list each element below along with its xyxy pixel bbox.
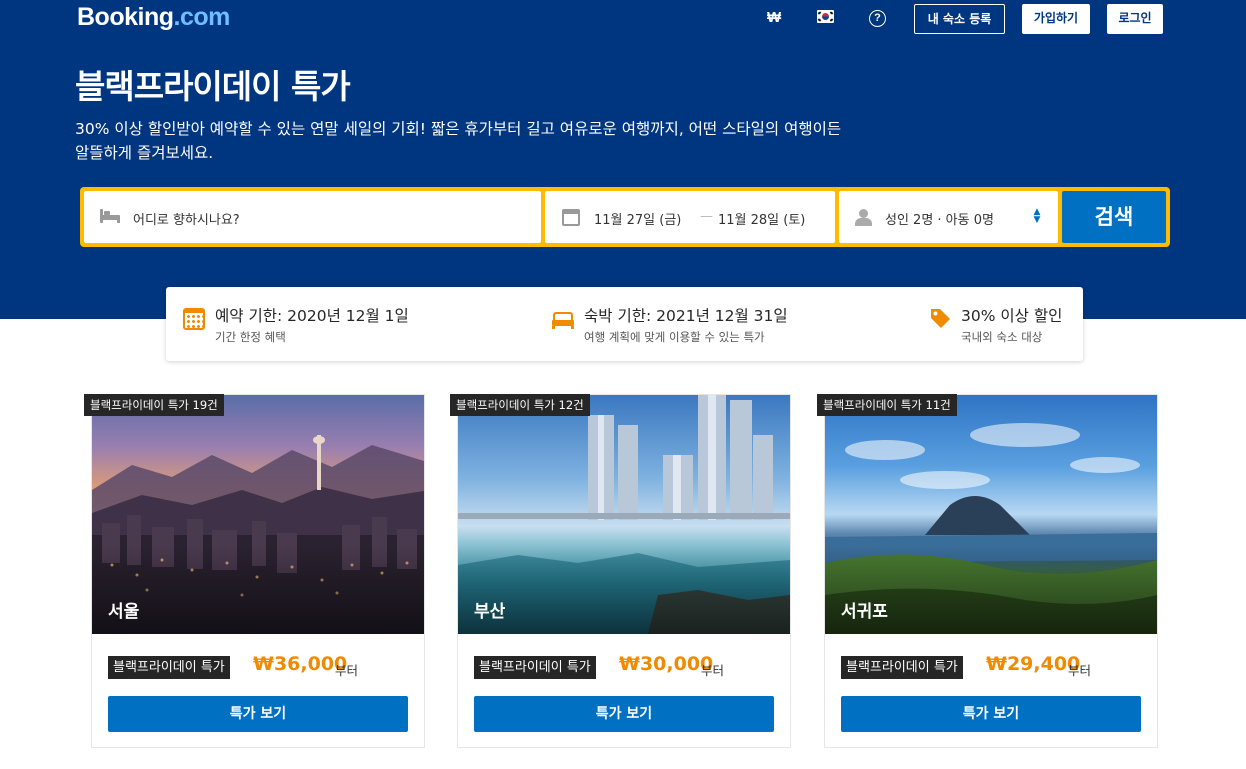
info-subtitle: 기간 한정 혜택 xyxy=(215,330,286,344)
info-subtitle: 국내외 숙소 대상 xyxy=(961,330,1043,344)
city-name: 서울 xyxy=(108,602,140,622)
view-deals-button[interactable]: 특가 보기 xyxy=(474,696,774,732)
signup-button[interactable]: 가입하기 xyxy=(1022,4,1090,34)
price-from-label: 부터 xyxy=(701,663,725,678)
date-separator: — xyxy=(700,209,713,224)
booking-logo[interactable]: Booking.com xyxy=(77,3,230,32)
deal-price: ₩36,000 xyxy=(253,653,348,675)
bed-icon xyxy=(552,312,574,329)
search-button[interactable]: 검색 xyxy=(1062,191,1166,243)
city-image[interactable]: 서울 xyxy=(92,395,424,634)
deal-card-seogwipo[interactable]: 블랙프라이데이 특가 11건 서귀포 블랙프라이데이 특가 ₩29,400 부터… xyxy=(817,394,1158,748)
page-title: 블랙프라이데이 특가 xyxy=(75,67,351,106)
login-button[interactable]: 로그인 xyxy=(1107,4,1163,34)
checkin-date[interactable]: 11월 27일 (금) xyxy=(594,209,681,228)
view-deals-button[interactable]: 특가 보기 xyxy=(108,696,408,732)
deal-price: ₩29,400 xyxy=(986,653,1081,675)
city-image[interactable]: 서귀포 xyxy=(825,395,1157,634)
guests-value[interactable]: 성인 2명 · 아동 0명 xyxy=(885,209,994,228)
deal-price: ₩30,000 xyxy=(619,653,714,675)
price-from-label: 부터 xyxy=(1068,663,1092,678)
info-subtitle: 여행 계획에 맞게 이용할 수 있는 특가 xyxy=(584,330,765,344)
date-field[interactable]: 11월 27일 (금) — 11월 28일 (토) xyxy=(545,191,835,243)
deal-count-badge: 블랙프라이데이 특가 12건 xyxy=(450,394,590,416)
city-image[interactable]: 부산 xyxy=(458,395,790,634)
calendar-icon xyxy=(562,209,580,226)
price-from-label: 부터 xyxy=(335,663,359,678)
deal-count-badge: 블랙프라이데이 특가 11건 xyxy=(817,394,957,416)
hero-banner: Booking.com ₩ ? 내 숙소 등록 가입하기 로그인 블랙프라이데이… xyxy=(0,0,1246,319)
guests-field[interactable]: 성인 2명 · 아동 0명 ▲ ▼ xyxy=(839,191,1058,243)
page-subtitle: 30% 이상 할인받아 예약할 수 있는 연말 세일의 기회! 짧은 휴가부터 … xyxy=(75,120,842,162)
help-icon[interactable]: ? xyxy=(869,10,886,27)
deal-card-busan[interactable]: 블랙프라이데이 특가 12건 부산 블랙프라이데이 특가 ₩30,000 부터 … xyxy=(450,394,791,748)
deal-info-panel: 예약 기한: 2020년 12월 1일 기간 한정 혜택 숙박 기한: 2021… xyxy=(166,287,1083,361)
deal-card-seoul[interactable]: 블랙프라이데이 특가 19건 서울 블랙프라이데이 특가 ₩36,000 부터 … xyxy=(84,394,425,748)
tag-icon xyxy=(931,309,950,328)
deal-label: 블랙프라이데이 특가 xyxy=(474,656,596,679)
chevron-updown-icon: ▲ ▼ xyxy=(1033,207,1041,225)
currency-selector[interactable]: ₩ xyxy=(767,8,781,28)
city-name: 서귀포 xyxy=(841,602,888,622)
info-title: 예약 기한: 2020년 12월 1일 xyxy=(215,307,409,325)
checkout-date[interactable]: 11월 28일 (토) xyxy=(718,209,805,228)
city-name: 부산 xyxy=(474,602,506,622)
deal-count-badge: 블랙프라이데이 특가 19건 xyxy=(84,394,224,416)
deal-label: 블랙프라이데이 특가 xyxy=(841,656,963,679)
info-title: 30% 이상 할인 xyxy=(961,307,1063,325)
info-title: 숙박 기한: 2021년 12월 31일 xyxy=(584,307,788,325)
view-deals-button[interactable]: 특가 보기 xyxy=(841,696,1141,732)
bed-icon xyxy=(100,209,120,223)
language-flag-icon[interactable] xyxy=(817,10,834,23)
list-property-button[interactable]: 내 숙소 등록 xyxy=(914,4,1005,34)
destination-field[interactable]: 어디로 향하시나요? xyxy=(84,191,541,243)
deal-label: 블랙프라이데이 특가 xyxy=(108,656,230,679)
calendar-icon xyxy=(183,308,205,330)
search-bar: 어디로 향하시나요? 11월 27일 (금) — 11월 28일 (토) 성인 … xyxy=(80,187,1170,247)
person-icon xyxy=(855,209,872,226)
destination-input[interactable]: 어디로 향하시나요? xyxy=(133,209,240,228)
